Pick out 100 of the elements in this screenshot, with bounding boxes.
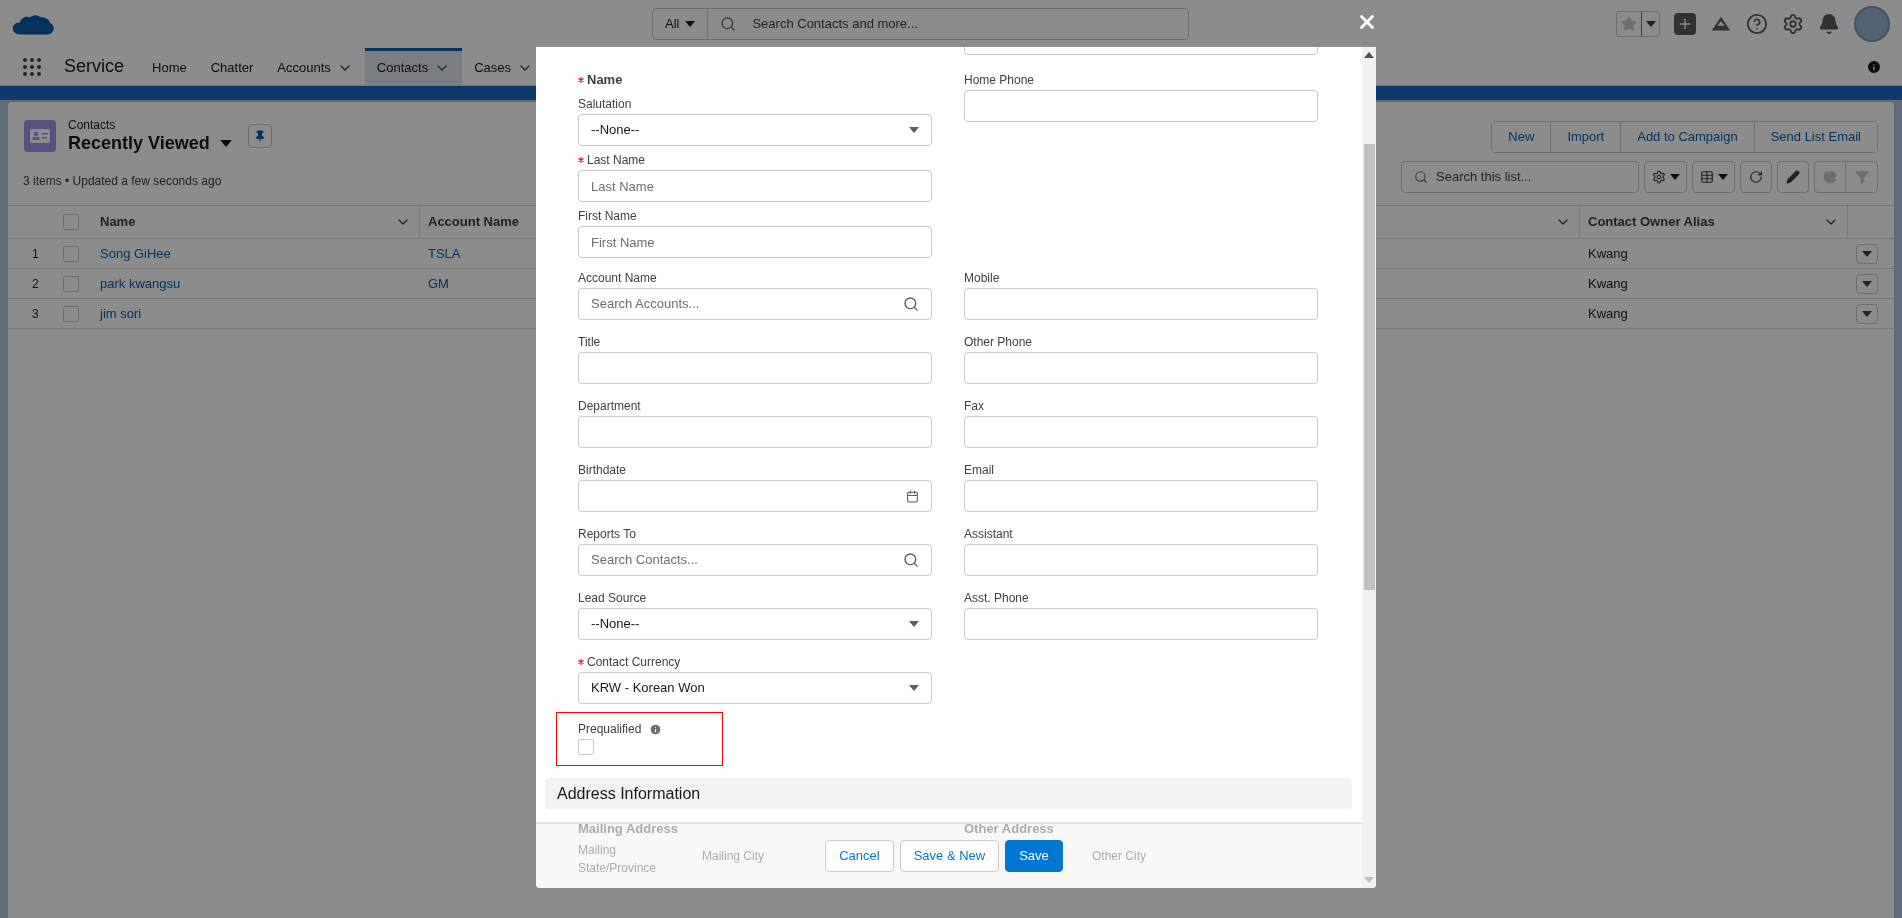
footer-button[interactable]: Cancel — [825, 840, 894, 872]
contact-link[interactable]: Song GiHee — [100, 245, 171, 261]
row-checkbox[interactable] — [63, 305, 79, 322]
bell-icon[interactable] — [1818, 13, 1840, 35]
select-field[interactable]: KRW - Korean Won — [578, 672, 932, 704]
display-menu-button[interactable] — [1692, 161, 1735, 193]
caret-icon — [1862, 250, 1872, 257]
input-field[interactable] — [964, 608, 1318, 640]
input-field[interactable] — [964, 544, 1318, 576]
pin-icon — [253, 130, 266, 142]
contact-link[interactable]: jim sori — [100, 305, 142, 321]
lookup-field[interactable]: Search Contacts... — [578, 544, 932, 576]
lookup-field[interactable]: Search Accounts... — [578, 288, 932, 320]
field-label: Prequalified — [578, 721, 642, 738]
row-actions-button[interactable] — [1856, 303, 1878, 324]
input-field[interactable] — [964, 480, 1318, 512]
list-status: 3 items • Updated a few seconds ago — [23, 173, 223, 190]
contact-card-icon — [24, 120, 56, 152]
field-label: Account Name — [578, 270, 657, 287]
refresh-icon — [1749, 170, 1763, 184]
search-icon — [1414, 170, 1428, 184]
pie-chart-icon — [1823, 170, 1837, 184]
refresh-button[interactable] — [1740, 161, 1772, 193]
caret-icon — [1669, 174, 1680, 180]
checkbox[interactable] — [578, 739, 594, 755]
column-header[interactable]: Contact Owner Alias — [1580, 206, 1848, 238]
avatar[interactable] — [1854, 6, 1890, 42]
select-all-checkbox[interactable] — [63, 214, 79, 230]
field-label: Salutation — [578, 96, 632, 113]
pin-button[interactable] — [247, 124, 272, 148]
list-search-field[interactable]: Search this list... — [1401, 161, 1639, 193]
row-number: 3 — [31, 305, 40, 323]
search-icon — [903, 296, 919, 312]
caret-icon — [1862, 280, 1872, 287]
column-header[interactable]: Name — [100, 206, 420, 238]
field-label: Other Phone — [964, 334, 1033, 351]
nav-tab[interactable]: Cases — [462, 48, 545, 85]
nav-tab[interactable]: Accounts — [265, 48, 365, 85]
input-field[interactable] — [578, 416, 932, 448]
input-field[interactable] — [964, 352, 1318, 384]
table-cell: Kwang — [1588, 305, 1628, 321]
row-actions-button[interactable] — [1856, 273, 1878, 294]
caret-icon — [909, 685, 919, 691]
field-label: Birthdate — [578, 462, 627, 479]
favorites-button[interactable] — [1616, 11, 1660, 37]
field-label: Last Name — [587, 152, 646, 169]
search-icon — [903, 552, 919, 568]
nav-tab[interactable]: Contacts — [364, 48, 463, 85]
caret-icon — [1717, 174, 1728, 180]
field-label: Lead Source — [578, 590, 647, 607]
field-label: Reports To — [578, 526, 636, 543]
gear-icon — [1651, 170, 1666, 184]
row-actions-button[interactable] — [1856, 243, 1878, 264]
save-button[interactable]: Save — [1005, 840, 1063, 872]
input-field[interactable]: Last Name — [578, 170, 932, 202]
input-field[interactable]: First Name — [578, 226, 932, 258]
input-field[interactable] — [964, 288, 1318, 320]
input-field[interactable] — [578, 352, 932, 384]
select-field[interactable]: --None-- — [578, 608, 932, 640]
account-link[interactable]: GM — [428, 275, 449, 291]
info-icon — [649, 722, 663, 736]
select-field[interactable]: --None-- — [578, 114, 932, 146]
account-link[interactable]: TSLA — [428, 245, 461, 261]
field-label: Other City — [1092, 847, 1146, 865]
info-icon — [1866, 58, 1882, 75]
nav-tab[interactable]: Home — [140, 48, 199, 85]
table-cell: Kwang — [1588, 275, 1628, 291]
input-field[interactable] — [964, 416, 1318, 448]
caret-icon — [219, 139, 232, 147]
scroll-down-icon — [1364, 877, 1374, 883]
input-field[interactable] — [964, 90, 1318, 122]
scroll-up-icon — [1364, 52, 1374, 58]
field-label: Contact Currency — [587, 654, 681, 671]
row-number: 1 — [31, 245, 40, 263]
nav-tab[interactable]: Chatter — [198, 48, 266, 85]
field-label: Mailing State/Province — [578, 841, 658, 877]
scrollbar[interactable] — [1362, 47, 1376, 888]
action-button[interactable]: Send List Email — [1753, 122, 1877, 152]
field-label: Assistant — [964, 526, 1013, 543]
table-icon — [1699, 170, 1714, 184]
row-checkbox[interactable] — [63, 245, 79, 262]
settings-icon[interactable] — [1782, 13, 1804, 35]
plus-icon[interactable] — [1674, 13, 1696, 35]
field-label: Title — [578, 334, 601, 351]
date-field[interactable] — [578, 480, 932, 512]
list-view-selector[interactable]: Recently Viewed — [68, 132, 232, 154]
section-header[interactable]: Address Information — [545, 778, 1352, 809]
footer-button[interactable]: Save & New — [899, 840, 1000, 872]
edit-button[interactable] — [1777, 161, 1809, 193]
settings-menu-button[interactable] — [1644, 161, 1687, 193]
table-cell: Kwang — [1588, 245, 1628, 261]
address-heading: Other Address — [964, 820, 1055, 838]
help-icon[interactable] — [1746, 13, 1768, 35]
field-label: Home Phone — [964, 72, 1035, 89]
field-label: First Name — [578, 208, 637, 225]
caret-icon — [909, 621, 919, 627]
row-checkbox[interactable] — [63, 275, 79, 292]
app-name: Service — [64, 55, 125, 78]
contact-link[interactable]: park kwangsu — [100, 275, 181, 291]
address-heading: Mailing Address — [578, 820, 679, 838]
